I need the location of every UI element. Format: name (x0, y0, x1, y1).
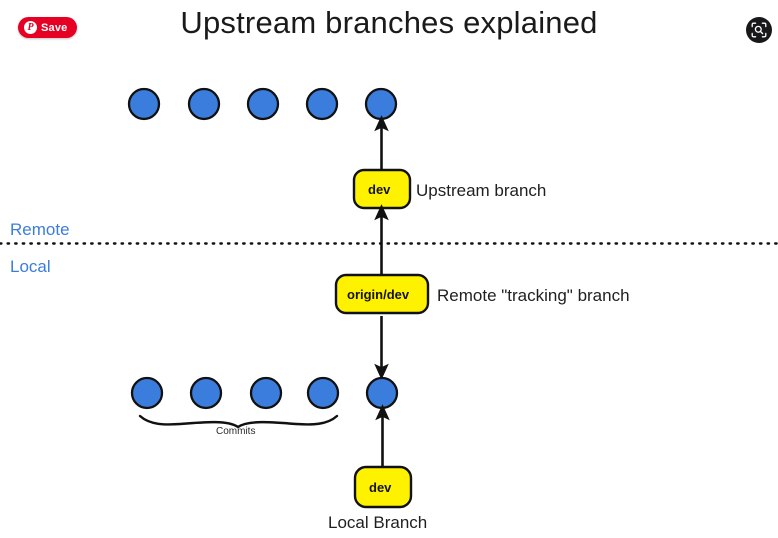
commits-brace-label: Commits (216, 426, 256, 437)
upstream-branches-diagram (0, 87, 778, 509)
zone-label-remote: Remote (10, 220, 70, 239)
commit-node[interactable] (246, 87, 280, 121)
commit-node-head-local[interactable] (365, 376, 399, 410)
zone-label-local: Local (10, 257, 51, 276)
page-title: Upstream branches explained (180, 5, 598, 40)
commit-node[interactable] (306, 376, 340, 410)
node-origin-dev[interactable] (334, 273, 430, 315)
visual-search-icon (751, 22, 767, 38)
commit-node[interactable] (130, 376, 164, 410)
pinterest-save-button[interactable]: P Save (18, 17, 77, 38)
remote-commit-row (127, 87, 398, 121)
annotation-upstream-branch: Upstream branch (416, 181, 547, 200)
visual-search-button[interactable] (746, 17, 772, 43)
save-button-label: Save (41, 21, 68, 34)
pinterest-icon: P (24, 21, 37, 34)
commit-node[interactable] (189, 376, 223, 410)
commit-node[interactable] (187, 87, 221, 121)
commit-node[interactable] (127, 87, 161, 121)
local-commit-row (130, 376, 399, 410)
diagram-canvas: Upstream branches explained Remote Local… (0, 0, 778, 538)
node-upstream-dev[interactable] (352, 168, 412, 210)
commit-node-head-remote[interactable] (364, 87, 398, 121)
annotation-local-branch: Local Branch (328, 513, 428, 532)
commit-node[interactable] (249, 376, 283, 410)
node-local-dev[interactable] (353, 465, 413, 509)
commit-node[interactable] (305, 87, 339, 121)
annotation-remote-tracking-branch: Remote "tracking" branch (437, 286, 630, 305)
